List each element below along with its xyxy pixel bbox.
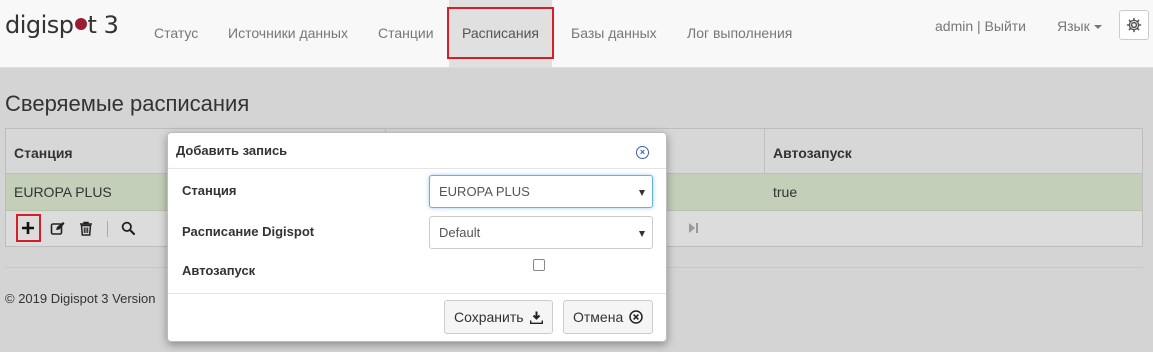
nav-item-data-sources[interactable]: Источники данных [228,0,348,67]
schedule-select-value: Default [439,225,481,240]
download-icon [529,311,543,324]
column-header-autostart[interactable]: Автозапуск [773,129,852,173]
dialog-header: Добавить запись × [168,133,666,169]
schedule-select[interactable]: Default [429,216,653,249]
nav-item-databases[interactable]: Базы данных [571,0,657,67]
footer-copyright: © 2019 Digispot 3 Version [5,291,156,306]
gear-icon [1126,17,1142,33]
last-page-icon [689,223,698,233]
last-page-button[interactable] [684,219,702,237]
dialog-footer: Сохранить Отмена [168,293,666,341]
cancel-button[interactable]: Отмена [563,300,654,334]
trash-icon [80,221,92,236]
cancel-button-label: Отмена [573,309,624,325]
search-icon [121,221,135,235]
add-button[interactable] [19,219,37,237]
edit-icon [50,221,64,235]
autostart-label: Автозапуск [182,263,256,278]
dialog-title: Добавить запись [176,143,288,158]
add-record-dialog: Добавить запись × Станция EUROPA PLUS Ра… [167,132,667,342]
page-title: Сверяемые расписания [5,91,250,116]
search-button[interactable] [119,219,137,237]
brand-text-right: t 3 [87,11,119,39]
user-logout-link[interactable]: admin | Выйти [935,0,1026,52]
column-header-station[interactable]: Станция [14,129,73,173]
chevron-down-icon [639,231,645,237]
column-divider [764,129,765,173]
autostart-checkbox[interactable] [533,259,545,271]
schedule-label: Расписание Digispot [182,224,315,239]
station-select[interactable]: EUROPA PLUS [429,175,653,208]
language-label: Язык [1057,18,1090,34]
brand-logo[interactable]: digisp t 3 [5,11,119,39]
save-button-label: Сохранить [454,309,524,325]
cell-autostart: true [773,184,798,200]
settings-button[interactable] [1119,10,1149,40]
chevron-down-icon [639,190,645,196]
brand-text-left: digisp [5,11,74,39]
chevron-down-icon [1093,25,1102,30]
top-navbar: digisp t 3 Статус Источники данных Станци… [0,0,1153,68]
language-dropdown[interactable]: Язык [1057,0,1102,52]
toolbar-divider [107,221,108,237]
cell-station: EUROPA PLUS [14,184,112,200]
station-select-value: EUROPA PLUS [439,184,530,199]
nav-item-execution-log[interactable]: Лог выполнения [687,0,792,67]
nav-item-schedules[interactable]: Расписания [449,0,552,67]
plus-icon [22,222,34,234]
cancel-icon [629,310,643,324]
brand-dot [74,18,87,30]
delete-button[interactable] [77,219,95,237]
save-button[interactable]: Сохранить [444,300,553,334]
edit-button[interactable] [48,219,66,237]
close-icon[interactable]: × [636,146,649,159]
nav-item-stations[interactable]: Станции [378,0,434,67]
station-label: Станция [182,183,237,198]
nav-item-status[interactable]: Статус [154,0,198,67]
